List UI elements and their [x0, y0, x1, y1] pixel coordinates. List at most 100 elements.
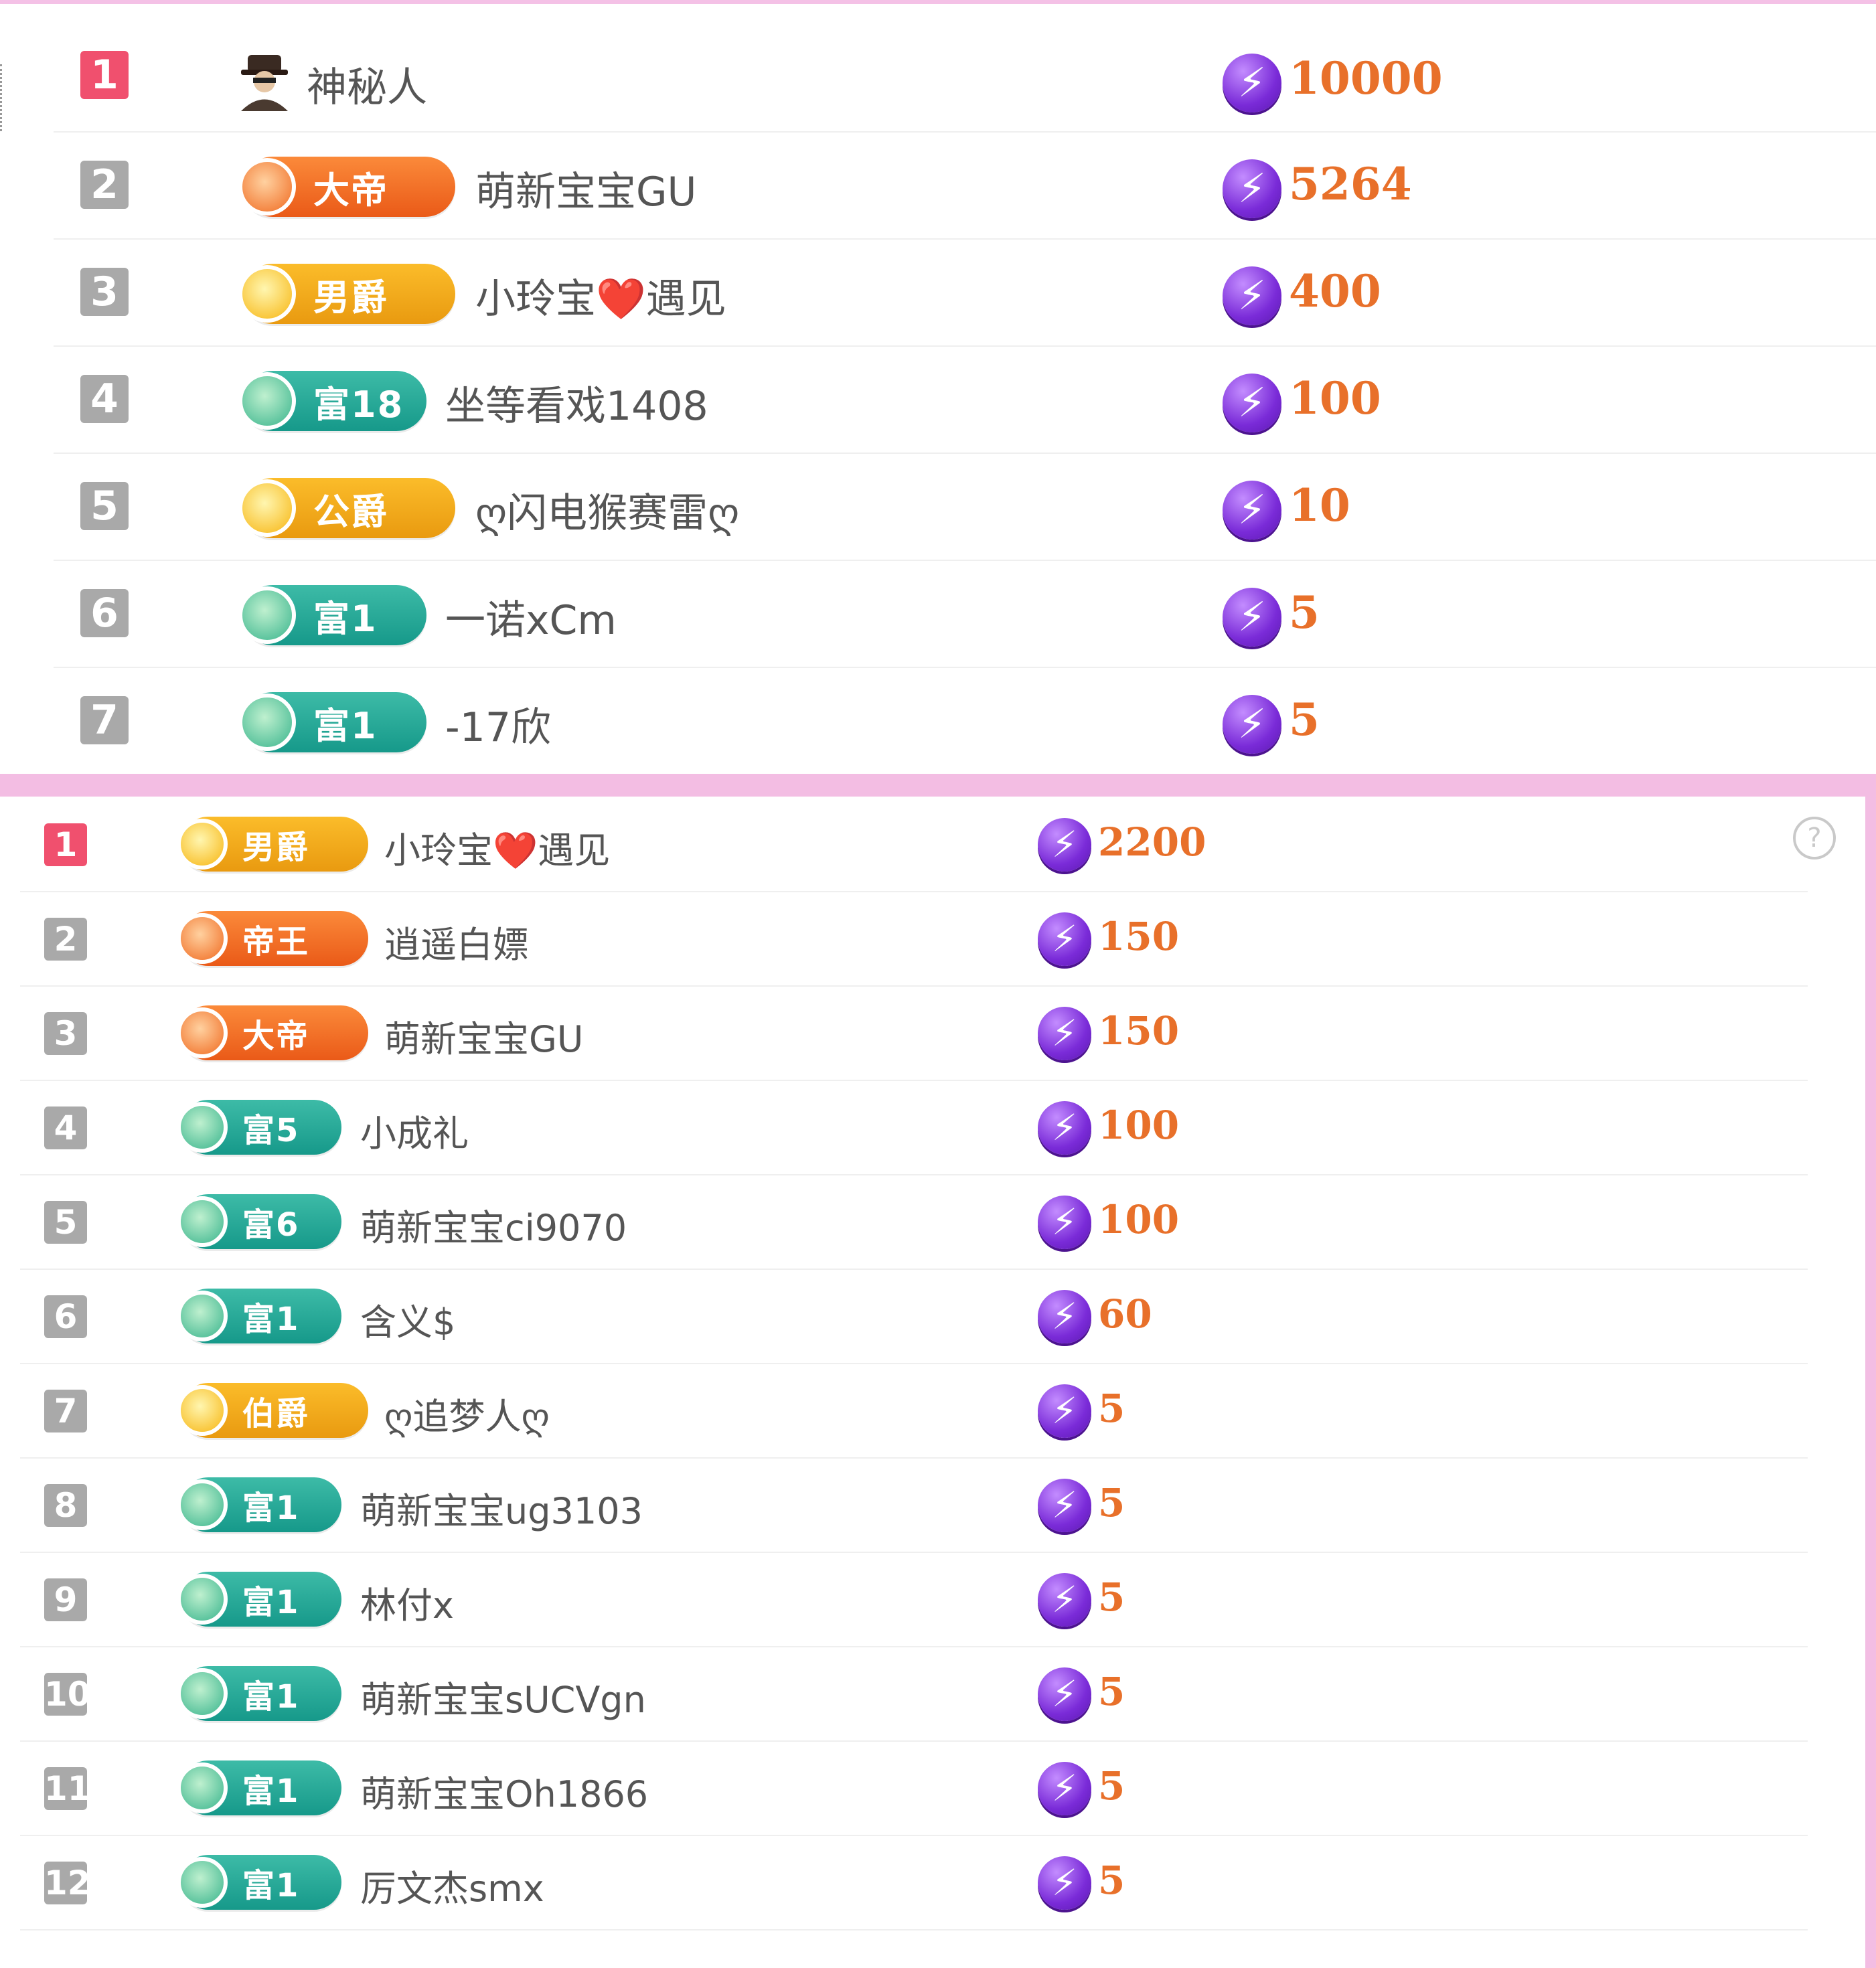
- score-value: 10: [1289, 479, 1350, 531]
- lightning-coin-icon: [1223, 159, 1281, 218]
- lightning-coin-icon: [1038, 1762, 1091, 1815]
- score-value: 5: [1289, 586, 1320, 639]
- leaderboard-row[interactable]: 11 富1 萌新宝宝Oh1866 5: [20, 1740, 1808, 1836]
- rank-badge: 4: [44, 1106, 87, 1149]
- leaf-orb-icon: [177, 1574, 228, 1625]
- bottom-leaderboard: ? 1 男爵 小玲宝❤️遇见 2200 2 帝王 逍遥白嫖 150 3 大帝 萌…: [0, 797, 1876, 1968]
- rank-badge: 1: [80, 51, 129, 99]
- lightning-coin-icon: [1223, 588, 1281, 647]
- right-edge-border: [1865, 797, 1876, 1968]
- score-value: 2200: [1098, 819, 1206, 865]
- coin-orb-icon: [177, 819, 228, 870]
- rank-badge: 5: [44, 1201, 87, 1244]
- level-badge-label: 男爵: [313, 276, 388, 319]
- user-name[interactable]: -17欣: [445, 695, 551, 753]
- user-name[interactable]: 萌新宝宝ci9070: [360, 1198, 627, 1251]
- user-name[interactable]: 一诺xCm: [445, 588, 617, 646]
- mysterious-person-icon: [241, 55, 288, 111]
- level-badge-label: 男爵: [242, 829, 310, 866]
- leaderboard-row[interactable]: 5 公爵 ღ闪电猴赛雷ღ 10: [54, 453, 1876, 561]
- leaderboard-row[interactable]: 8 富1 萌新宝宝ug3103 5: [20, 1457, 1808, 1553]
- score-value: 100: [1289, 372, 1381, 424]
- leaderboard-row[interactable]: 7 伯爵 ღ追梦人ღ 5: [20, 1363, 1808, 1459]
- rank-badge: 10: [44, 1673, 91, 1716]
- level-badge: 富1: [238, 585, 426, 645]
- level-badge: 伯爵: [177, 1383, 368, 1438]
- level-badge: 帝王: [177, 911, 368, 966]
- user-name[interactable]: 萌新宝宝Oh1866: [360, 1765, 648, 1817]
- crown-icon: [177, 913, 228, 964]
- user-name[interactable]: ღ追梦人ღ: [384, 1387, 550, 1440]
- leaderboard-row[interactable]: 4 富5 小成礼 100: [20, 1080, 1808, 1175]
- user-name[interactable]: 小玲宝❤️遇见: [475, 266, 726, 325]
- rank-badge: 12: [44, 1862, 91, 1904]
- level-badge: 公爵: [238, 478, 455, 538]
- level-badge: 富1: [177, 1855, 341, 1910]
- user-name[interactable]: 逍遥白嫖: [384, 915, 529, 968]
- leaf-orb-icon: [177, 1291, 228, 1341]
- leaf-orb-icon: [177, 1857, 228, 1908]
- leaderboard-row[interactable]: 9 富1 林付x 5: [20, 1552, 1808, 1647]
- level-badge: 男爵: [177, 817, 368, 872]
- user-name[interactable]: 坐等看戏1408: [445, 374, 708, 432]
- leaderboard-row[interactable]: 2 帝王 逍遥白嫖 150: [20, 891, 1808, 987]
- user-name[interactable]: 厉文杰smx: [360, 1859, 544, 1912]
- level-badge: 富1: [177, 1666, 341, 1721]
- user-name[interactable]: 小玲宝❤️遇见: [384, 821, 610, 874]
- rank-badge: 1: [44, 823, 87, 866]
- coin-orb-icon: [238, 265, 296, 323]
- leaderboard-row[interactable]: 4 富18 坐等看戏1408 100: [54, 345, 1876, 454]
- level-badge-label: 富1: [242, 1678, 300, 1716]
- score-value: 100: [1098, 1197, 1180, 1242]
- user-name[interactable]: 萌新宝宝GU: [475, 159, 696, 218]
- lightning-coin-icon: [1223, 374, 1281, 432]
- lightning-coin-icon: [1038, 1290, 1091, 1343]
- lightning-coin-icon: [1038, 1573, 1091, 1627]
- left-edge-marker: [0, 64, 7, 131]
- user-name[interactable]: ღ闪电猴赛雷ღ: [475, 481, 739, 539]
- score-value: 10000: [1289, 52, 1443, 104]
- leaf-orb-icon: [177, 1668, 228, 1719]
- user-name[interactable]: 萌新宝宝ug3103: [360, 1481, 643, 1534]
- leaderboard-row[interactable]: 6 富1 含义$ 60: [20, 1268, 1808, 1364]
- coin-orb-icon: [238, 479, 296, 537]
- rank-badge: 6: [44, 1295, 87, 1338]
- rank-badge: 8: [44, 1484, 87, 1527]
- user-name[interactable]: 林付x: [360, 1576, 454, 1629]
- lightning-coin-icon: [1038, 1856, 1091, 1910]
- rank-badge: 2: [44, 918, 87, 961]
- section-divider: [0, 774, 1876, 797]
- user-name[interactable]: 含义$: [360, 1293, 455, 1345]
- leaderboard-row[interactable]: 2 大帝 萌新宝宝GU 5264: [54, 131, 1876, 240]
- lightning-coin-icon: [1223, 695, 1281, 754]
- leaderboard-row[interactable]: 5 富6 萌新宝宝ci9070 100: [20, 1174, 1808, 1270]
- lightning-coin-icon: [1038, 912, 1091, 966]
- level-badge: 富1: [177, 1572, 341, 1627]
- score-value: 400: [1289, 265, 1381, 317]
- rank-badge: 2: [80, 161, 129, 209]
- user-name[interactable]: 萌新宝宝sUCVgn: [360, 1670, 646, 1723]
- score-value: 5: [1098, 1574, 1125, 1620]
- lightning-coin-icon: [1038, 1007, 1091, 1060]
- level-badge-label: 公爵: [313, 490, 388, 533]
- level-badge: 富1: [177, 1289, 341, 1343]
- leaf-orb-icon: [238, 372, 296, 430]
- level-badge-label: 富6: [242, 1206, 300, 1244]
- leaderboard-row[interactable]: 3 大帝 萌新宝宝GU 150: [20, 985, 1808, 1081]
- user-name[interactable]: 萌新宝宝GU: [384, 1009, 583, 1062]
- level-badge-label: 富5: [242, 1112, 300, 1149]
- leaderboard-row[interactable]: 1 神秘人 10000: [54, 31, 1876, 133]
- leaderboard-row[interactable]: 12 富1 厉文杰smx 5: [20, 1835, 1808, 1931]
- user-name[interactable]: 神秘人: [307, 55, 427, 113]
- rank-badge: 3: [44, 1012, 87, 1055]
- rank-badge: 4: [80, 375, 129, 423]
- leaderboard-row[interactable]: 7 富1 -17欣 5: [54, 667, 1876, 767]
- leaderboard-row[interactable]: 6 富1 一诺xCm 5: [54, 560, 1876, 668]
- leaderboard-row[interactable]: 3 男爵 小玲宝❤️遇见 400: [54, 238, 1876, 347]
- leaderboard-row[interactable]: 10 富1 萌新宝宝sUCVgn 5: [20, 1646, 1808, 1742]
- rank-badge: 3: [80, 268, 129, 316]
- level-badge-label: 富1: [242, 1773, 300, 1810]
- leaderboard-row[interactable]: 1 男爵 小玲宝❤️遇见 2200: [20, 797, 1808, 892]
- level-badge: 男爵: [238, 264, 455, 324]
- user-name[interactable]: 小成礼: [360, 1104, 469, 1157]
